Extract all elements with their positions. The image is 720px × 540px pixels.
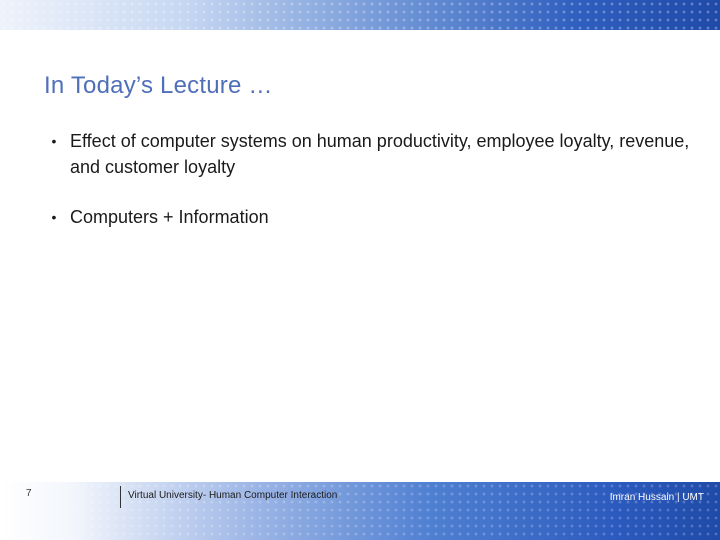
- slide-title: In Today’s Lecture …: [44, 72, 273, 99]
- bullet-item: • Effect of computer systems on human pr…: [44, 128, 694, 180]
- bullet-icon: •: [51, 209, 57, 225]
- top-banner: [0, 0, 720, 30]
- footer-divider: [120, 486, 121, 508]
- bullet-icon: •: [51, 133, 57, 149]
- footer-author: Imran Hussain | UMT: [609, 492, 704, 503]
- page-number: 7: [26, 488, 32, 499]
- footer-course-title: Virtual University- Human Computer Inter…: [128, 490, 338, 501]
- bullet-list: • Effect of computer systems on human pr…: [44, 128, 694, 254]
- bullet-text: Effect of computer systems on human prod…: [70, 131, 690, 177]
- footer-bar: 7 Virtual University- Human Computer Int…: [0, 482, 720, 540]
- bullet-text: Computers + Information: [70, 207, 269, 227]
- banner-dot-pattern: [0, 0, 720, 30]
- bullet-item: • Computers + Information: [44, 204, 694, 230]
